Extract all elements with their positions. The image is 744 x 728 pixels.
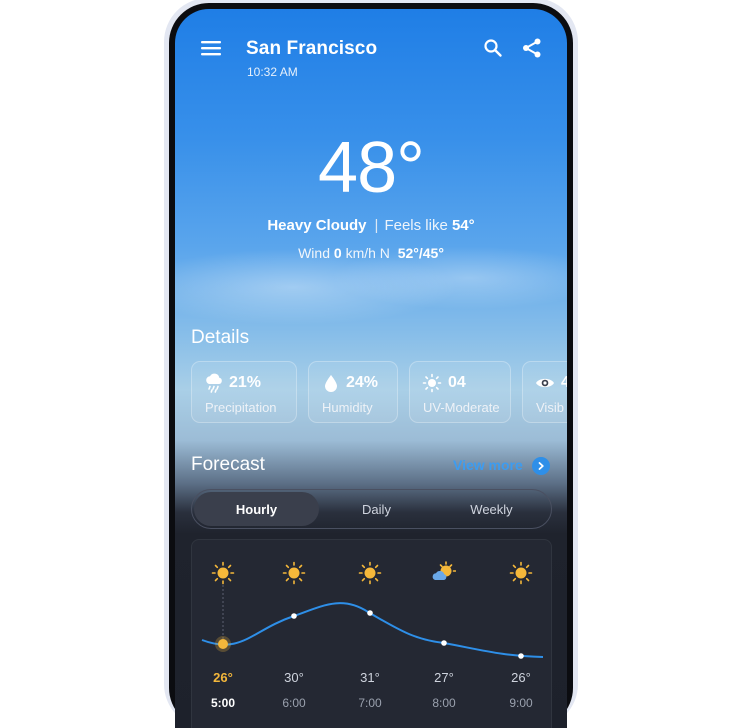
phone-bezel: San Francisco 10:32 AM 48° Heavy Cloudy … <box>169 3 573 728</box>
view-more-link[interactable]: View more <box>453 457 523 473</box>
hour-temperature: 27° <box>434 670 454 685</box>
tab-weekly[interactable]: Weekly <box>434 492 549 526</box>
eye-icon <box>536 378 554 388</box>
chevron-right-icon <box>538 462 544 470</box>
precipitation-card[interactable]: 21% Precipitation <box>191 361 297 423</box>
details-title: Details <box>191 327 250 348</box>
wind-unit: km/h N <box>345 245 390 261</box>
feels-like-value: 54° <box>451 217 475 234</box>
details-cards[interactable]: 21% Precipitation 24% Humidity 04 UV-Mod… <box>191 361 567 423</box>
visibility-label: Visib <box>536 400 564 415</box>
drop-icon <box>325 375 337 392</box>
separator: | <box>374 217 379 234</box>
sun-icon <box>422 373 442 393</box>
hour-point <box>518 653 524 659</box>
menu-button[interactable] <box>197 34 225 62</box>
uv-label: UV-Moderate <box>423 400 500 415</box>
precipitation-label: Precipitation <box>205 400 277 415</box>
search-icon <box>484 39 502 57</box>
visibility-card[interactable]: 4 Visib <box>522 361 567 423</box>
uv-card[interactable]: 04 UV-Moderate <box>409 361 511 423</box>
condition-text: Heavy Cloudy <box>267 217 367 234</box>
hour-point <box>291 613 297 619</box>
hour-point <box>441 640 447 646</box>
high-low: 52°/45° <box>397 245 444 261</box>
hour-temperature: 26° <box>213 670 233 685</box>
humidity-label: Humidity <box>322 400 373 415</box>
hour-temperature: 26° <box>511 670 531 685</box>
precipitation-value: 21% <box>229 374 262 391</box>
sun-icon <box>211 561 235 585</box>
hamburger-menu-icon <box>201 41 221 56</box>
hourly-forecast-panel[interactable]: 26° 5:00 30° 6:00 31° 7:00 27° 8:00 26° 9:00 <box>191 539 552 728</box>
tab-hourly[interactable]: Hourly <box>194 492 319 526</box>
view-more-button[interactable] <box>532 457 550 475</box>
wind-value: 0 <box>333 245 342 261</box>
forecast-title: Forecast <box>191 454 265 475</box>
city-name[interactable]: San Francisco <box>246 38 377 60</box>
hour-temperature: 31° <box>360 670 380 685</box>
condition-row: Heavy Cloudy | Feels like 54° <box>175 217 567 234</box>
wind-label: Wind <box>298 245 330 261</box>
current-time: 10:32 AM <box>247 65 298 79</box>
sun-icon <box>358 561 382 585</box>
visibility-value: 4 <box>561 374 567 391</box>
forecast-tabs[interactable]: Hourly Daily Weekly <box>191 489 552 529</box>
uv-value: 04 <box>448 374 466 391</box>
partly-cloudy-icon <box>432 561 456 580</box>
temperature-curve <box>201 602 544 658</box>
share-icon <box>523 38 541 58</box>
search-button[interactable] <box>479 34 507 62</box>
feels-like-label: Feels like <box>384 217 448 234</box>
wind-row: Wind 0 km/h N 52°/45° <box>175 245 567 261</box>
weather-screen: San Francisco 10:32 AM 48° Heavy Cloudy … <box>175 9 567 728</box>
phone-frame: San Francisco 10:32 AM 48° Heavy Cloudy … <box>164 0 578 728</box>
now-point <box>218 639 228 649</box>
current-temperature: 48° <box>318 128 425 208</box>
rain-cloud-icon <box>206 373 222 393</box>
tab-daily[interactable]: Daily <box>319 492 434 526</box>
sun-icon <box>282 561 306 585</box>
hour-temperature: 30° <box>284 670 304 685</box>
humidity-value: 24% <box>346 374 379 391</box>
sun-icon <box>509 561 533 585</box>
hour-point <box>367 610 373 616</box>
share-button[interactable] <box>518 34 546 62</box>
humidity-card[interactable]: 24% Humidity <box>308 361 398 423</box>
